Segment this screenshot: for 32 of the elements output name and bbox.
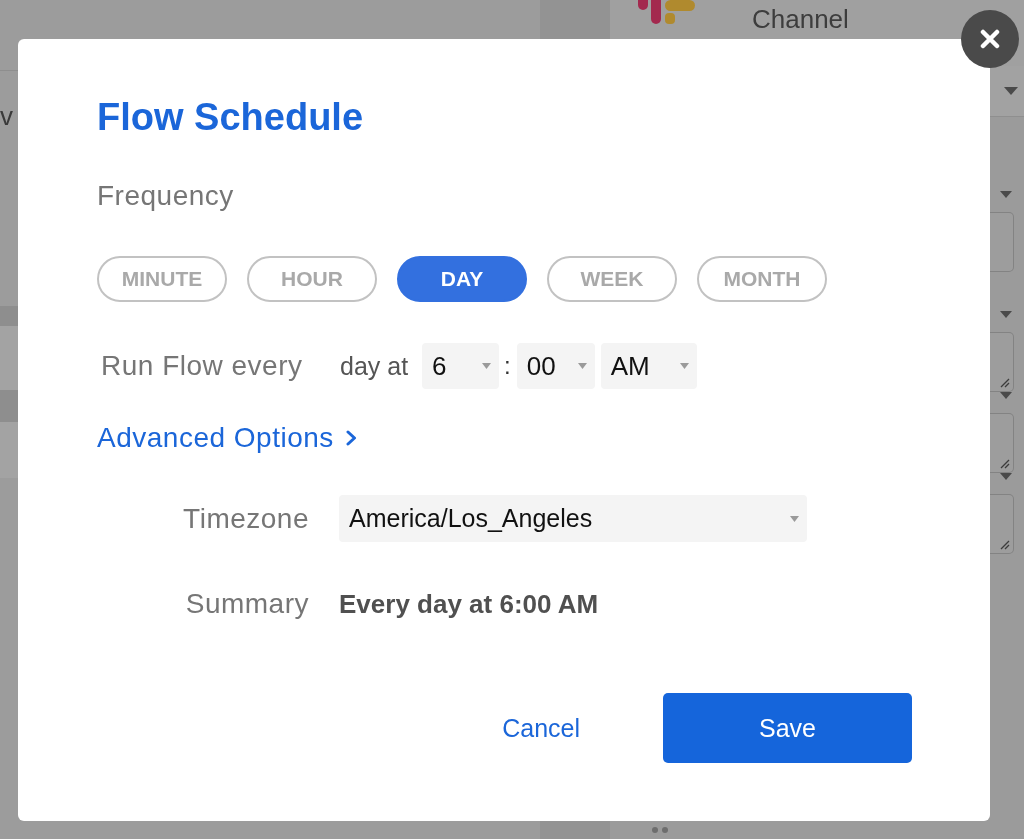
- caret-icon: [679, 363, 689, 369]
- resize-handle-icon: [1000, 459, 1010, 469]
- run-label: Run Flow every: [100, 349, 304, 383]
- frequency-label: Frequency: [97, 179, 234, 213]
- close-icon: [980, 29, 1000, 49]
- app-logo-icon: [635, 0, 695, 26]
- resize-handle-icon: [1000, 378, 1010, 388]
- caret-icon: [482, 363, 492, 369]
- minute-select[interactable]: 00: [516, 343, 595, 389]
- dropdown-caret-icon: [1004, 87, 1018, 95]
- hour-select[interactable]: 6: [422, 343, 500, 389]
- advanced-options-link[interactable]: Advanced Options: [97, 421, 357, 455]
- day-at-text: day at: [340, 351, 409, 381]
- caret-icon: [790, 515, 799, 522]
- save-button[interactable]: Save: [663, 693, 912, 763]
- background-text: v: [0, 101, 13, 131]
- time-separator: :: [504, 352, 511, 380]
- frequency-button[interactable]: DAY: [397, 256, 527, 302]
- dropdown-caret-icon: [1000, 191, 1012, 198]
- timezone-select[interactable]: America/Los_Angeles: [339, 495, 807, 542]
- panel-title: Channel: [752, 4, 849, 34]
- timezone-label: Timezone: [182, 501, 309, 536]
- dropdown-caret-icon: [1000, 311, 1012, 318]
- dialog-title: Flow Schedule: [97, 95, 364, 140]
- period-select[interactable]: AM: [600, 343, 697, 389]
- cancel-button[interactable]: Cancel: [486, 693, 596, 763]
- chevron-right-icon: [345, 430, 357, 446]
- caret-icon: [577, 363, 587, 369]
- drag-handle-icon: [652, 827, 668, 833]
- summary-text: Every day at 6:00 AM: [339, 588, 599, 621]
- summary-label: Summary: [184, 587, 309, 621]
- resize-handle-icon: [1000, 540, 1010, 550]
